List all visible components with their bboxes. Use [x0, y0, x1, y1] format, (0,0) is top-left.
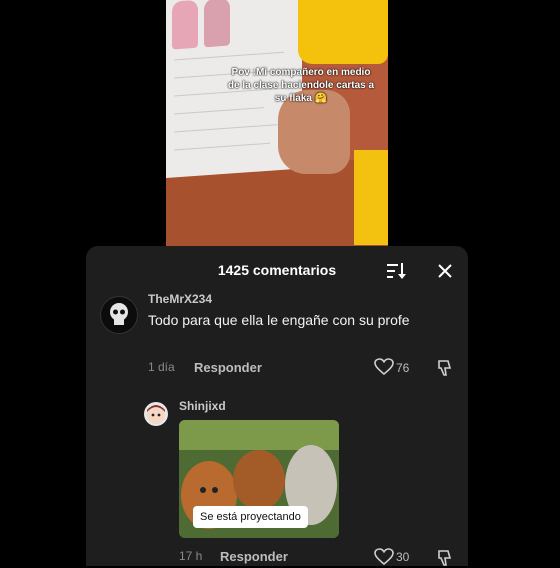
dislike-icon[interactable] [436, 548, 456, 568]
yellow-sleeve [354, 150, 388, 245]
doodle-sticker [172, 0, 198, 50]
comment-time: 1 día [148, 360, 175, 374]
comment-text: Todo para que ella le engañe con su prof… [148, 312, 410, 328]
skull-avatar-icon [110, 303, 128, 325]
dislike-icon[interactable] [436, 358, 456, 378]
comment-username[interactable]: TheMrX234 [148, 292, 212, 306]
comments-panel: 1425 comentarios TheMrX234 Todo para que… [86, 246, 468, 566]
like-count: 30 [396, 550, 410, 564]
heart-icon[interactable] [374, 548, 394, 566]
gif-reply[interactable]: Se está proyectando [179, 420, 339, 538]
paper-line [174, 142, 270, 151]
comments-count-title: 1425 comentarios [217, 262, 337, 278]
like-count: 76 [396, 361, 410, 375]
anime-avatar-icon [147, 405, 165, 424]
comment-time: 17 h [179, 549, 203, 563]
yellow-sleeve [298, 0, 388, 64]
video-player[interactable]: Pov :Mi compañero en medio de la clase h… [166, 0, 388, 262]
reply-button[interactable]: Responder [220, 549, 288, 564]
comment-username[interactable]: Shinjixd [179, 399, 226, 413]
avatar[interactable] [144, 402, 168, 426]
close-icon[interactable] [436, 262, 454, 280]
heart-icon[interactable] [374, 358, 394, 376]
reply-button[interactable]: Responder [194, 360, 262, 375]
paper-line [174, 107, 264, 115]
sort-icon[interactable] [386, 262, 406, 280]
gif-caption: Se está proyectando [193, 506, 308, 528]
avatar[interactable] [100, 296, 138, 334]
video-caption: Pov :Mi compañero en medio de la clase h… [227, 67, 375, 104]
paper-line [174, 51, 284, 61]
paper-line [174, 124, 278, 133]
doodle-sticker [204, 0, 230, 48]
